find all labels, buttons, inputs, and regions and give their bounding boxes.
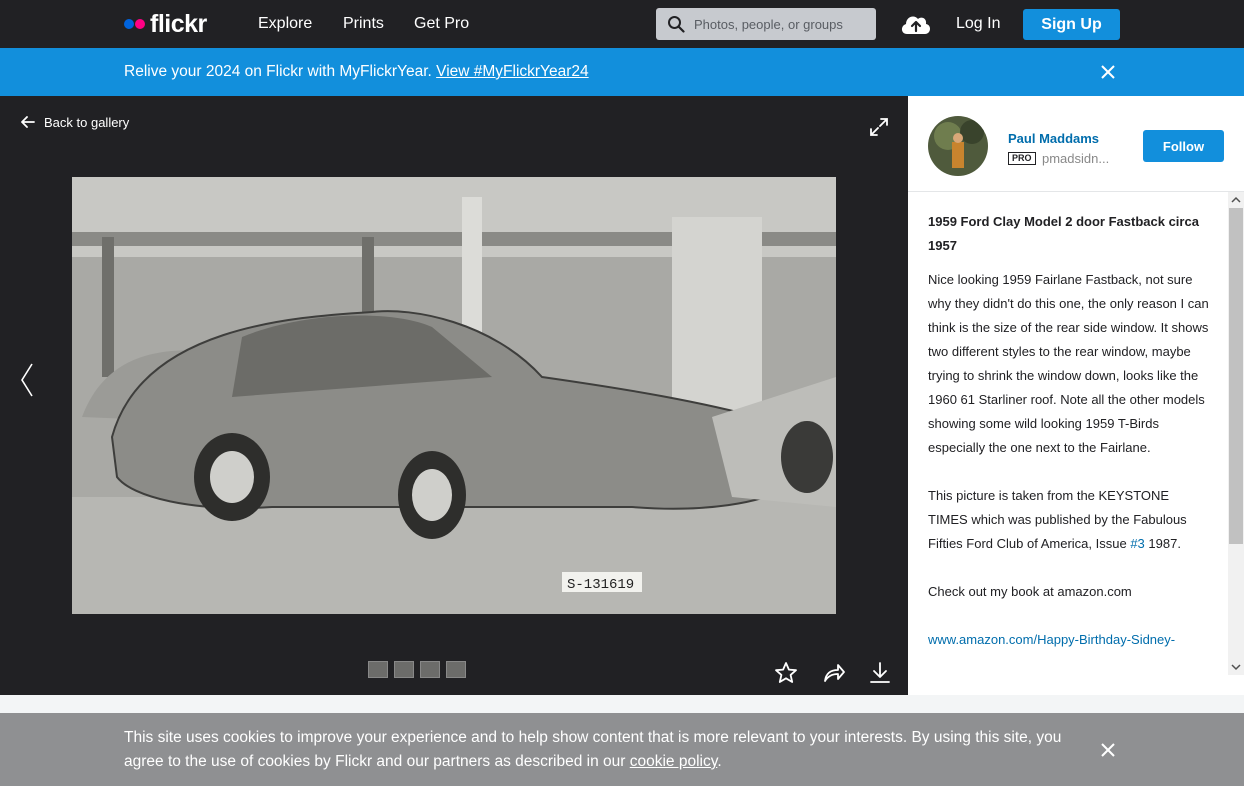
logo-pink-dot: [135, 19, 145, 29]
share-icon[interactable]: [821, 660, 847, 686]
nav-explore[interactable]: Explore: [258, 15, 312, 33]
issue-link[interactable]: #3: [1130, 536, 1144, 551]
scroll-down-arrow-icon[interactable]: [1228, 659, 1244, 675]
cookie-message: This site uses cookies to improve your e…: [124, 729, 1062, 770]
search-box[interactable]: [656, 8, 876, 40]
download-icon[interactable]: [867, 660, 893, 686]
chevron-left-icon[interactable]: [16, 360, 38, 400]
banner-text: Relive your 2024 on Flickr with MyFlickr…: [124, 63, 432, 80]
back-label: Back to gallery: [44, 114, 130, 130]
search-icon: [668, 16, 685, 33]
main-photo[interactable]: S-131619: [72, 177, 836, 614]
login-link[interactable]: Log In: [956, 15, 1000, 33]
follow-button[interactable]: Follow: [1143, 130, 1224, 162]
photo-sidebar: Paul Maddams PRO pmadsidn... Follow 1959…: [908, 96, 1244, 695]
owner-header: Paul Maddams PRO pmadsidn... Follow: [908, 96, 1244, 192]
cookie-policy-link[interactable]: cookie policy: [630, 753, 718, 770]
flickr-logo[interactable]: flickr: [124, 11, 207, 37]
car-photo-illustration: S-131619: [72, 177, 836, 614]
avatar-image: [928, 116, 988, 176]
scroll-up-arrow-icon[interactable]: [1228, 192, 1244, 208]
owner-name[interactable]: Paul Maddams: [1008, 131, 1099, 146]
scrollbar-thumb[interactable]: [1229, 208, 1243, 544]
photo-title: 1959 Ford Clay Model 2 door Fastback cir…: [928, 214, 1199, 253]
description-scrollbar[interactable]: [1228, 192, 1244, 675]
thumbnail[interactable]: [420, 661, 440, 678]
thumbnail[interactable]: [368, 661, 388, 678]
banner-message: Relive your 2024 on Flickr with MyFlickr…: [124, 63, 589, 81]
cookie-end: .: [717, 753, 722, 770]
description-paragraph: Nice looking 1959 Fairlane Fastback, not…: [928, 272, 1209, 455]
photo-description: 1959 Ford Clay Model 2 door Fastback cir…: [928, 210, 1210, 680]
owner-handle: pmadsidn...: [1042, 151, 1110, 166]
expand-icon[interactable]: [868, 116, 890, 138]
logo-blue-dot: [124, 19, 134, 29]
cookie-banner: This site uses cookies to improve your e…: [0, 713, 1244, 786]
promo-banner: Relive your 2024 on Flickr with MyFlickr…: [0, 48, 1244, 96]
back-to-gallery[interactable]: Back to gallery: [20, 114, 129, 130]
top-nav: flickr Explore Prints Get Pro Log In Sig…: [0, 0, 1244, 48]
thumbnail[interactable]: [394, 661, 414, 678]
cookie-text: This site uses cookies to improve your e…: [124, 726, 1094, 774]
description-text: 1987.: [1148, 536, 1181, 551]
photo-plate-label: S-131619: [567, 577, 634, 593]
avatar[interactable]: [928, 116, 988, 176]
photo-thumbnails: [368, 661, 466, 678]
banner-link[interactable]: View #MyFlickrYear24: [436, 63, 588, 80]
upload-cloud-icon[interactable]: [899, 10, 933, 38]
star-icon[interactable]: [773, 660, 799, 686]
description-paragraph: Check out my book at amazon.com: [928, 584, 1132, 599]
amazon-link[interactable]: www.amazon.com/Happy-Birthday-Sidney-: [928, 632, 1175, 647]
nav-get-pro[interactable]: Get Pro: [414, 15, 469, 33]
pro-badge: PRO: [1008, 152, 1036, 165]
close-icon[interactable]: [1099, 741, 1117, 759]
description-paragraph: This picture is taken from the KEYSTONE …: [928, 484, 1210, 556]
logo-wordmark: flickr: [150, 10, 207, 38]
close-icon[interactable]: [1099, 63, 1117, 81]
search-input[interactable]: [694, 8, 870, 40]
thumbnail[interactable]: [446, 661, 466, 678]
arrow-left-icon: [21, 116, 35, 128]
nav-prints[interactable]: Prints: [343, 15, 384, 33]
signup-button[interactable]: Sign Up: [1023, 9, 1120, 40]
description-paragraph: www.amazon.com/Happy-Birthday-Sidney-: [928, 628, 1210, 652]
photo-stage: Back to gallery S-131619: [0, 96, 908, 695]
